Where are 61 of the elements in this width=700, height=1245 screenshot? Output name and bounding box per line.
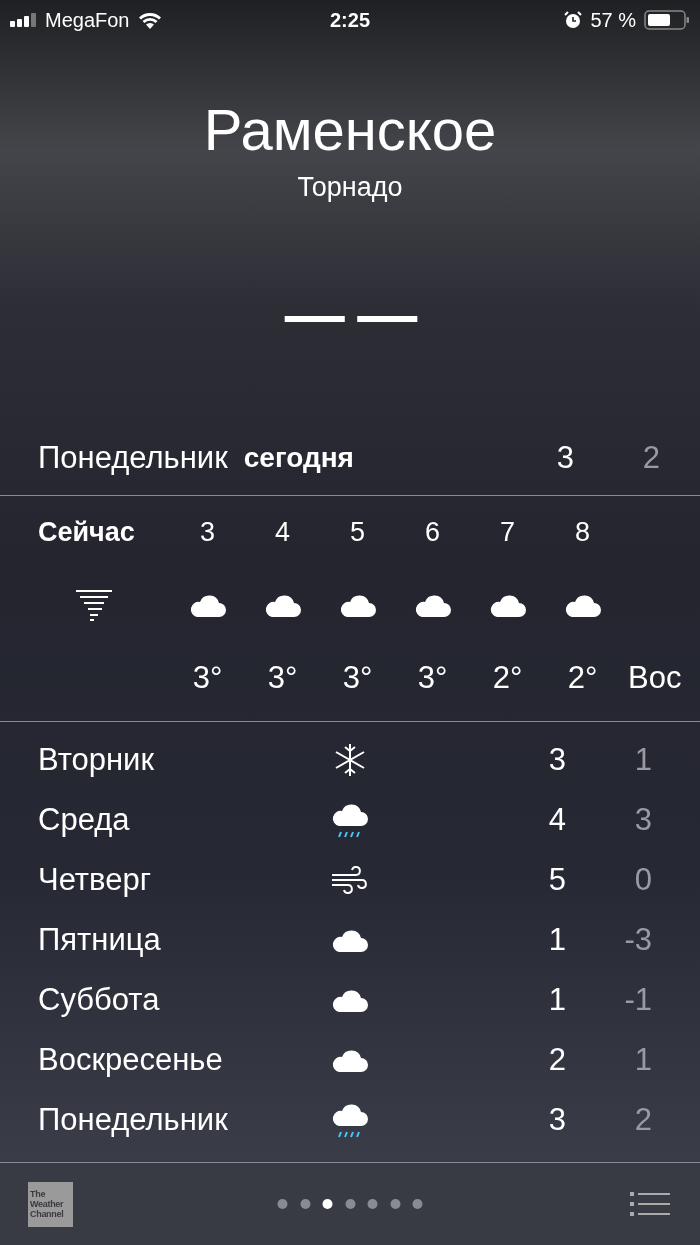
alarm-clock-icon <box>564 11 583 29</box>
high-temperature: 5 <box>547 862 566 898</box>
low-temperature: 2 <box>633 1102 652 1138</box>
weekday-name: Вторник <box>38 742 155 778</box>
snowflake-icon <box>333 743 367 777</box>
hour-label: 4 <box>275 516 290 548</box>
low-temperature: 1 <box>633 742 652 778</box>
today-weekday: Понедельник <box>38 439 228 476</box>
high-temperature: 3 <box>547 1102 566 1138</box>
weekday-name: Суббота <box>38 982 161 1018</box>
weekday-name: Пятница <box>38 922 162 958</box>
hour-temperature: Вос <box>628 659 682 696</box>
hour-label: 7 <box>500 516 515 548</box>
hour-label: 6 <box>425 516 440 548</box>
page-dot[interactable] <box>322 1199 333 1209</box>
battery-percent: 57 % <box>590 8 636 32</box>
today-label: сегодня <box>243 441 355 474</box>
weather-condition: Торнадо <box>297 171 403 204</box>
city-name: Раменское <box>203 96 497 164</box>
page-dot[interactable] <box>367 1199 378 1209</box>
carrier-name: MegaFon <box>45 8 130 32</box>
page-dot[interactable] <box>300 1199 310 1209</box>
hour-temperature: 3° <box>267 659 298 696</box>
high-temperature: 1 <box>547 922 566 958</box>
high-temperature: 4 <box>547 802 566 838</box>
weather-channel-logo: The Weather Channel <box>28 1181 73 1227</box>
hour-label: 8 <box>575 516 590 548</box>
page-dot[interactable] <box>412 1199 423 1209</box>
wifi-icon <box>137 11 162 29</box>
low-temperature: 3 <box>633 802 652 838</box>
hour-temperature: 3° <box>342 659 373 696</box>
hour-label: Сейчас <box>38 516 135 548</box>
page-dot[interactable] <box>277 1199 288 1209</box>
low-temperature: 2 <box>641 439 660 476</box>
battery-icon <box>644 10 690 30</box>
weekday-name: Среда <box>38 802 131 838</box>
current-temperature: — — <box>284 280 416 350</box>
hour-temperature: 3° <box>192 659 223 696</box>
hour-temperature: 2° <box>567 659 598 696</box>
hour-label: 5 <box>350 516 365 548</box>
high-temperature: 2 <box>547 1042 566 1078</box>
high-temperature: 1 <box>547 982 566 1018</box>
clock-time: 2:25 <box>330 8 370 32</box>
list-icon[interactable] <box>630 1191 670 1217</box>
high-temperature: 3 <box>547 742 566 778</box>
page-dot[interactable] <box>390 1199 400 1209</box>
weekday-name: Воскресенье <box>38 1042 224 1078</box>
hour-label: 3 <box>200 516 215 548</box>
low-temperature: -3 <box>623 922 652 958</box>
weekday-name: Четверг <box>38 862 152 898</box>
hour-temperature: 2° <box>492 659 523 696</box>
signal-icon <box>10 13 37 27</box>
wind-icon <box>330 865 370 895</box>
page-dot[interactable] <box>345 1199 355 1209</box>
high-temperature: 3 <box>555 439 574 476</box>
low-temperature: 1 <box>633 1042 652 1078</box>
hour-temperature: 3° <box>417 659 448 696</box>
low-temperature: 0 <box>633 862 652 898</box>
tornado-icon <box>76 588 112 621</box>
low-temperature: -1 <box>623 982 652 1018</box>
weekday-name: Понедельник <box>38 1102 229 1138</box>
